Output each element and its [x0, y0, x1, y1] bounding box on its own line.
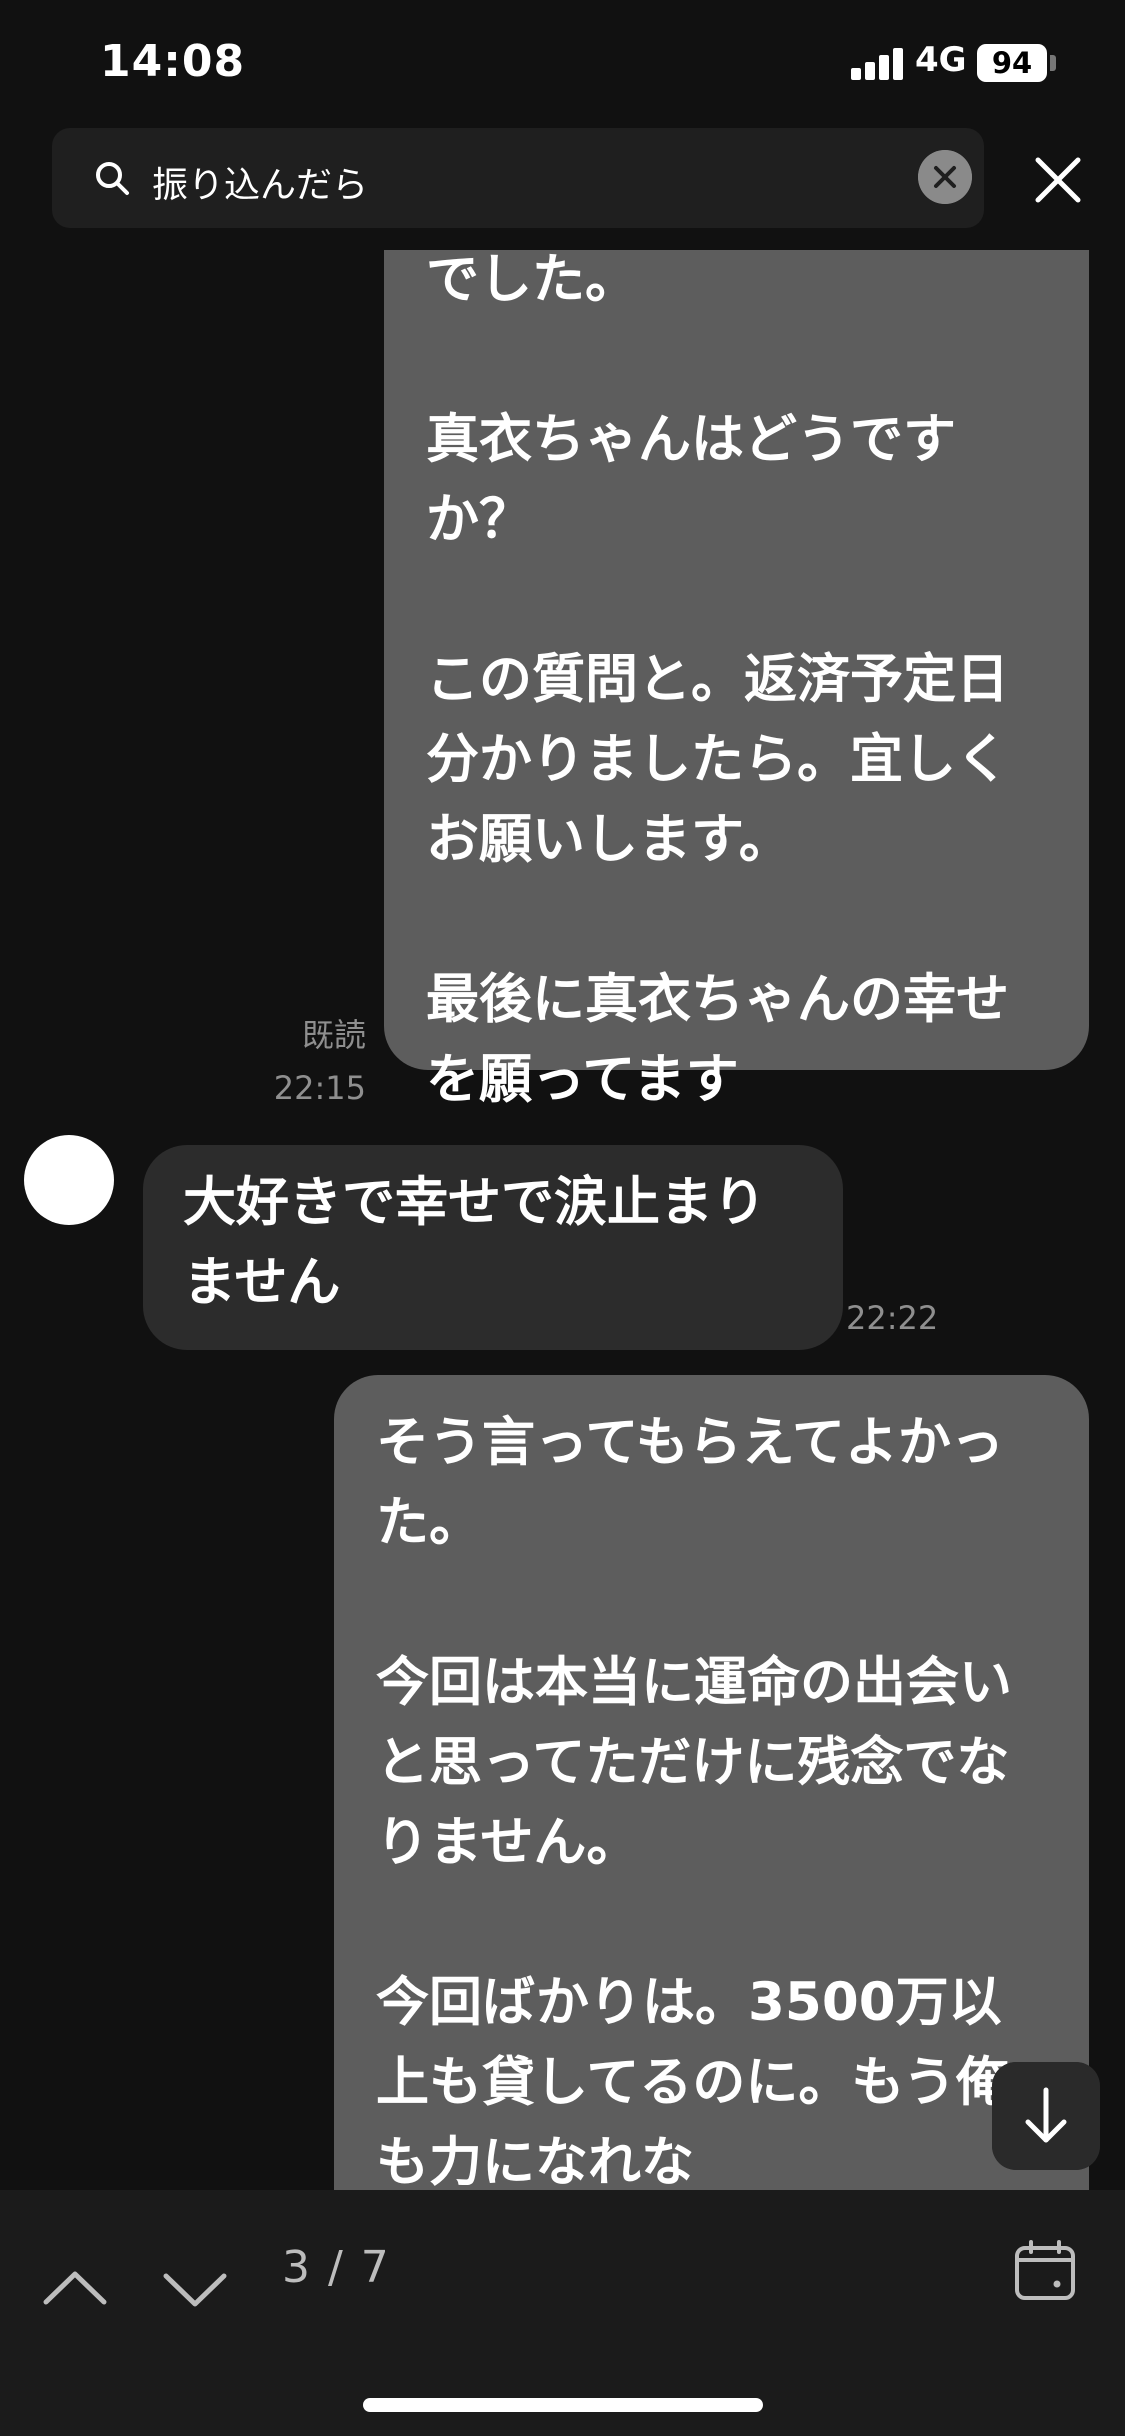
- search-input[interactable]: 振り込んだら: [52, 128, 984, 228]
- chevron-up-icon[interactable]: [40, 2254, 110, 2324]
- incoming-message-bubble[interactable]: 大好きで幸せで涙止まりません: [143, 1145, 843, 1350]
- search-icon: [96, 162, 129, 195]
- arrow-down-icon[interactable]: [992, 2062, 1100, 2170]
- outgoing-message-bubble[interactable]: でした。 真衣ちゃんはどうですか？ この質問と。返済予定日分かりましたら。宜しく…: [384, 250, 1089, 1110]
- status-time: 14:08: [100, 36, 246, 87]
- status-bar: 14:08 4G 94: [0, 0, 1125, 125]
- chat-area: でした。 真衣ちゃんはどうですか？ この質問と。返済予定日分かりましたら。宜しく…: [0, 250, 1125, 2190]
- close-icon[interactable]: [1030, 152, 1086, 208]
- outgoing-message-bubble[interactable]: そう言ってもらえてよかった。 今回は本当に運命の出会いと思ってただけに残念でなり…: [334, 1375, 1089, 2190]
- avatar[interactable]: [24, 1135, 114, 1225]
- message-time: 22:15: [273, 1069, 366, 1107]
- network-type: 4G: [915, 40, 967, 80]
- clear-icon[interactable]: [918, 150, 972, 204]
- signal-icon: [851, 48, 905, 80]
- battery-icon: 94: [977, 44, 1047, 82]
- calendar-icon[interactable]: [1012, 2238, 1078, 2304]
- result-counter: 3 / 7: [282, 2242, 391, 2293]
- message-time: 22:22: [846, 1299, 939, 1337]
- search-query: 振り込んだら: [152, 165, 369, 206]
- chevron-down-icon[interactable]: [160, 2254, 230, 2324]
- home-indicator: [363, 2398, 763, 2412]
- read-receipt: 既読: [301, 1016, 366, 1054]
- battery-tip: [1050, 55, 1056, 71]
